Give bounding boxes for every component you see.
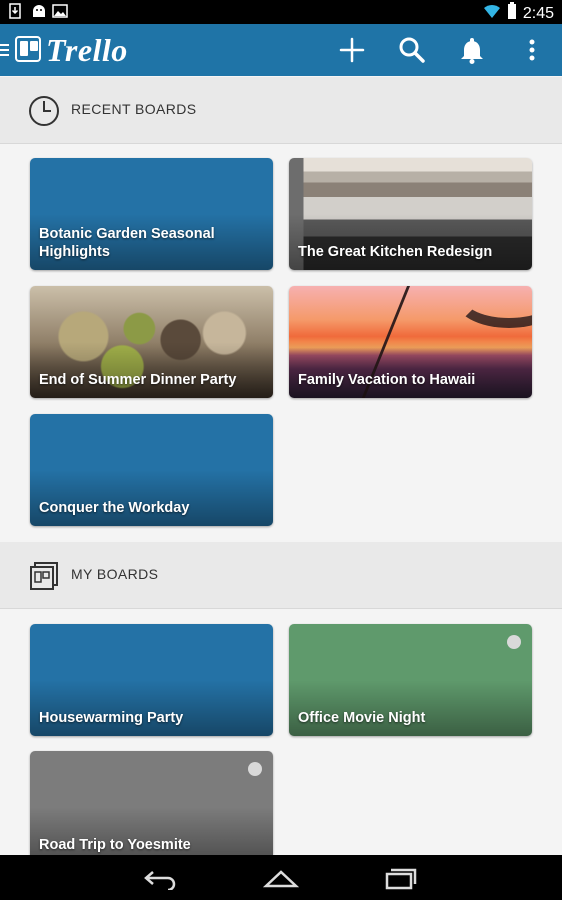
board-name: Road Trip to Yoesmite bbox=[39, 837, 191, 853]
board-name: Conquer the Workday bbox=[39, 500, 190, 516]
notifications-bell-icon bbox=[461, 38, 483, 64]
notifications-button[interactable] bbox=[456, 34, 488, 66]
back-button[interactable] bbox=[143, 866, 179, 892]
board-tile[interactable]: Road Trip to Yoesmite bbox=[30, 751, 273, 863]
search-icon bbox=[399, 37, 425, 63]
overflow-menu-icon bbox=[529, 39, 535, 61]
recent-boards-title: RECENT BOARDS bbox=[71, 101, 197, 117]
system-nav-bar bbox=[0, 855, 562, 900]
board-tile[interactable]: Family Vacation to Hawaii bbox=[289, 286, 532, 398]
board-tile[interactable]: End of Summer Dinner Party bbox=[30, 286, 273, 398]
battery-icon bbox=[507, 2, 517, 25]
add-icon bbox=[339, 37, 365, 63]
status-icons-left bbox=[8, 3, 68, 19]
board-name: End of Summer Dinner Party bbox=[39, 372, 237, 388]
board-name: Housewarming Party bbox=[39, 710, 184, 726]
board-indicator-dot bbox=[248, 762, 262, 776]
palm-fronds-illustration bbox=[454, 286, 532, 328]
home-icon bbox=[262, 870, 300, 888]
my-boards-title: MY BOARDS bbox=[71, 566, 159, 582]
board-tile[interactable]: Housewarming Party bbox=[30, 624, 273, 736]
app-brand: Trello bbox=[46, 32, 128, 68]
back-icon bbox=[144, 871, 176, 892]
board-tile[interactable]: Office Movie Night bbox=[289, 624, 532, 736]
status-time: 2:45 bbox=[522, 4, 554, 22]
board-name: The Great Kitchen Redesign bbox=[298, 244, 493, 260]
board-indicator-dot bbox=[507, 635, 521, 649]
board-tile[interactable]: Conquer the Workday bbox=[30, 414, 273, 526]
clock-icon bbox=[28, 95, 60, 127]
recent-boards-header: RECENT BOARDS bbox=[0, 77, 562, 144]
trello-logo-icon bbox=[15, 36, 41, 62]
overflow-menu-button[interactable] bbox=[516, 34, 548, 66]
boards-icon bbox=[28, 560, 60, 592]
menu-icon[interactable] bbox=[0, 40, 10, 60]
image-icon bbox=[52, 3, 68, 19]
board-name: Botanic Garden Seasonal Highlights bbox=[39, 226, 215, 260]
add-button[interactable] bbox=[336, 34, 368, 66]
status-icons-right: 2:45 bbox=[483, 2, 554, 25]
download-icon bbox=[8, 3, 22, 19]
wifi-icon bbox=[483, 3, 501, 24]
board-name: Office Movie Night bbox=[298, 710, 426, 726]
android-icon bbox=[30, 3, 45, 19]
recent-apps-button[interactable] bbox=[383, 866, 419, 890]
board-name: Family Vacation to Hawaii bbox=[298, 372, 476, 388]
search-button[interactable] bbox=[396, 34, 428, 66]
board-tile[interactable]: Botanic Garden Seasonal Highlights bbox=[30, 158, 273, 270]
my-boards-header: MY BOARDS bbox=[0, 542, 562, 609]
board-tile[interactable]: The Great Kitchen Redesign bbox=[289, 158, 532, 270]
home-button[interactable] bbox=[262, 866, 300, 890]
recent-apps-icon bbox=[385, 868, 417, 890]
app-bar: Trello bbox=[0, 24, 562, 76]
status-bar: 2:45 bbox=[0, 0, 562, 24]
